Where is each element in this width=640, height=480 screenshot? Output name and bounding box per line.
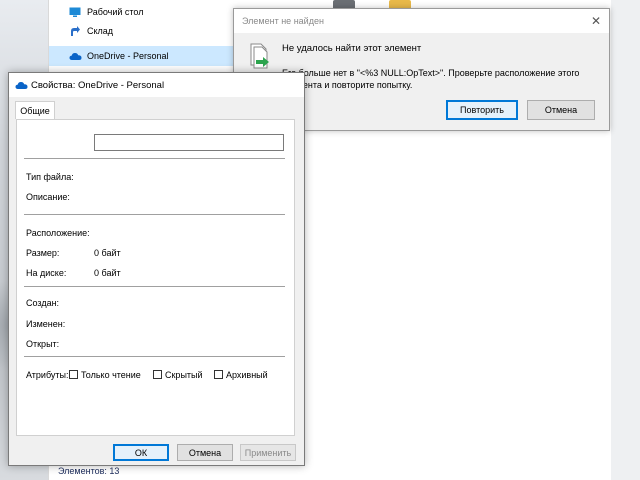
nav-item-label: Склад — [87, 26, 114, 36]
nav-item-desktop[interactable]: Рабочий стол — [49, 2, 144, 22]
size-label: Размер: — [26, 248, 60, 258]
shortcut-arrow-icon — [69, 25, 81, 37]
tab-general[interactable]: Общие — [15, 101, 55, 119]
attributes-label: Атрибуты: — [26, 370, 69, 380]
archive-checkbox[interactable] — [214, 370, 223, 379]
onedrive-cloud-icon — [69, 50, 82, 62]
file-moved-icon — [248, 43, 272, 73]
divider — [24, 286, 285, 287]
created-label: Создан: — [26, 298, 60, 308]
onedrive-cloud-icon — [15, 79, 28, 93]
readonly-checkbox[interactable] — [69, 370, 78, 379]
error-heading: Не удалось найти этот элемент — [282, 43, 422, 54]
close-icon[interactable]: ✕ — [589, 14, 603, 28]
archive-checkbox-label: Архивный — [226, 370, 268, 380]
accessed-label: Открыт: — [26, 339, 60, 349]
description-label: Описание: — [26, 192, 70, 202]
dialog-title-bar: Элемент не найден ✕ — [234, 9, 609, 33]
ok-button[interactable]: ОК — [113, 444, 169, 461]
location-label: Расположение: — [26, 228, 90, 238]
dialog-title-bar: Свойства: OneDrive - Personal — [9, 73, 304, 97]
hidden-checkbox[interactable] — [153, 370, 162, 379]
dialog-title: Свойства: OneDrive - Personal — [31, 80, 165, 91]
divider — [24, 158, 285, 159]
file-type-label: Тип файла: — [26, 172, 74, 182]
properties-dialog: Свойства: OneDrive - Personal Общие Тип … — [8, 72, 305, 466]
hidden-checkbox-label: Скрытый — [165, 370, 203, 380]
apply-button[interactable]: Применить — [240, 444, 296, 461]
cancel-button[interactable]: Отмена — [177, 444, 233, 461]
modified-label: Изменен: — [26, 319, 66, 329]
divider — [24, 356, 285, 357]
name-field[interactable] — [94, 134, 284, 151]
cancel-button[interactable]: Отмена — [527, 100, 595, 120]
size-on-disk-value: 0 байт — [94, 268, 121, 278]
general-tab-panel: Тип файла: Описание: Расположение: Разме… — [16, 119, 295, 436]
retry-button[interactable]: Повторить — [446, 100, 518, 120]
size-on-disk-label: На диске: — [26, 268, 67, 278]
desktop-background-right — [610, 0, 640, 480]
nav-item-sklad[interactable]: Склад — [49, 21, 113, 41]
dialog-title: Элемент не найден — [242, 16, 324, 26]
error-message: Его больше нет в "<%3 NULL:OpText>". Про… — [282, 68, 580, 90]
readonly-checkbox-label: Только чтение — [81, 370, 141, 380]
divider — [24, 214, 285, 215]
nav-item-label: OneDrive - Personal — [87, 51, 169, 61]
status-bar-item-count: Элементов: 13 — [58, 466, 120, 476]
size-value: 0 байт — [94, 248, 121, 258]
nav-item-label: Рабочий стол — [87, 7, 144, 17]
desktop-icon — [69, 6, 81, 18]
